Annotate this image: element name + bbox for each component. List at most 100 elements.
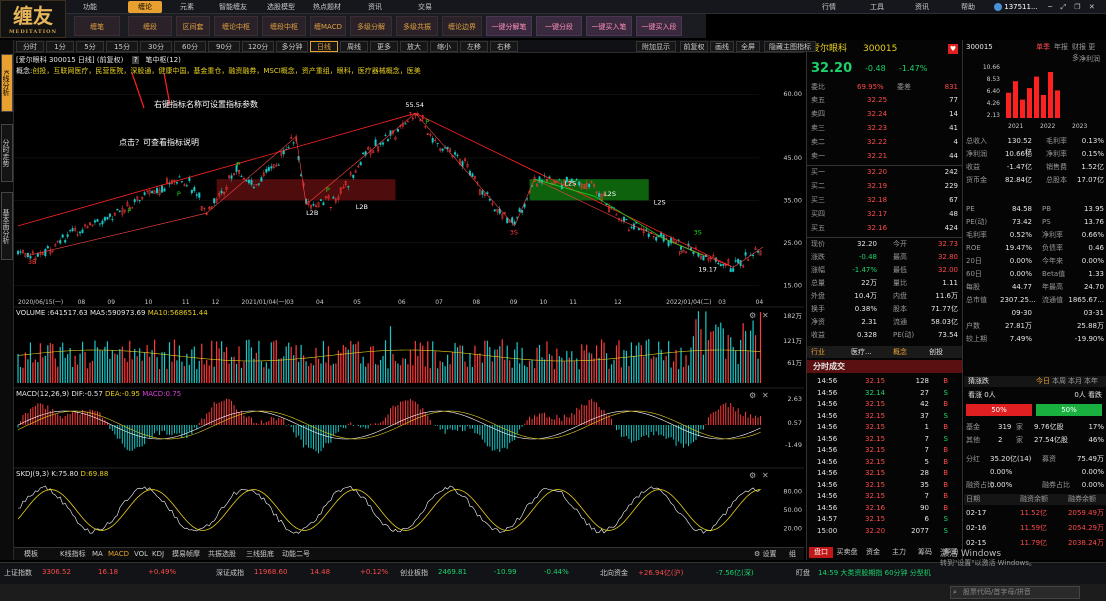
- fullscreen-icon[interactable]: ⤢: [1060, 3, 1066, 11]
- bid-row[interactable]: 买一 32.20 242: [807, 167, 962, 178]
- tab-kline[interactable]: K线分析: [1, 54, 13, 112]
- candle-body: [61, 234, 64, 238]
- indicator-tab-1[interactable]: K线指标: [60, 549, 86, 560]
- indicator-tab-5[interactable]: KDJ: [152, 549, 164, 560]
- toolbar-btn-1[interactable]: 缠段: [128, 16, 172, 36]
- indicator-tab-4[interactable]: VOL: [134, 549, 148, 560]
- indicator-tab-6[interactable]: 摸易帧摩: [172, 549, 200, 560]
- period-7[interactable]: 120分: [242, 41, 274, 52]
- stare-label[interactable]: 盯盘: [796, 568, 810, 578]
- chart-btn-0[interactable]: 附加显示: [636, 41, 676, 52]
- index-name-0[interactable]: 上证指数: [4, 568, 32, 578]
- period-8[interactable]: 多分钟: [276, 41, 308, 52]
- indicator-tab-7[interactable]: 共振选股: [208, 549, 236, 560]
- indicator-tab-9[interactable]: 动能二号: [282, 549, 310, 560]
- volume-bar: [54, 358, 56, 383]
- toolbar-btn-7[interactable]: 多级共振: [396, 16, 438, 36]
- bid-row[interactable]: 买三 32.18 67: [807, 195, 962, 206]
- period-4[interactable]: 30分: [140, 41, 172, 52]
- quote-tab-4[interactable]: 筹码: [913, 547, 937, 558]
- menu-element[interactable]: 元素: [170, 1, 204, 13]
- toolbar-btn-0[interactable]: 缠笔: [74, 16, 120, 36]
- period-1[interactable]: 1分: [46, 41, 74, 52]
- guess-bar[interactable]: 50% 50%: [964, 404, 1106, 416]
- quote-tab-3[interactable]: 主力: [887, 547, 911, 558]
- settings-button[interactable]: ⚙ 设置: [754, 549, 777, 560]
- period-6[interactable]: 90分: [208, 41, 240, 52]
- period-11[interactable]: 更多: [370, 41, 398, 52]
- toolbar-btn-10[interactable]: 一键分段: [536, 16, 582, 36]
- volume-bar: [635, 345, 637, 383]
- period-9[interactable]: 日线: [310, 41, 338, 52]
- ask-row[interactable]: 卖四 32.24 14: [807, 109, 962, 120]
- minimize-icon[interactable]: ─: [1048, 3, 1052, 11]
- index-name-1[interactable]: 深证成指: [216, 568, 244, 578]
- menu-chanlun[interactable]: 缠论: [128, 1, 162, 13]
- ask-row[interactable]: 卖五 32.25 77: [807, 95, 962, 106]
- help-icon[interactable]: ?: [131, 56, 140, 64]
- toolbar-btn-5[interactable]: 缠MACD: [310, 16, 346, 36]
- volume-bar: [258, 340, 260, 383]
- toolbar-btn-9[interactable]: 一键分解笔: [486, 16, 532, 36]
- bid-row[interactable]: 买五 32.16 424: [807, 223, 962, 234]
- menu-quote[interactable]: 行情: [822, 1, 836, 13]
- toolbar-btn-3[interactable]: 缠论中枢: [214, 16, 258, 36]
- menu-trade[interactable]: 交易: [408, 1, 442, 13]
- menu-hot[interactable]: 热点题材: [306, 1, 348, 13]
- chart-btn-4[interactable]: 隐藏主图指标: [764, 41, 816, 52]
- candle-body: [66, 234, 69, 237]
- ask-row[interactable]: 卖三 32.23 41: [807, 123, 962, 134]
- quote-tab-0[interactable]: 盘口: [809, 547, 833, 558]
- favorite-icon[interactable]: ♥: [948, 44, 958, 54]
- indicator-tab-2[interactable]: MA: [92, 549, 103, 560]
- toolbar-btn-11[interactable]: 一键买入笔: [586, 16, 632, 36]
- toolbar-btn-2[interactable]: 区间套: [176, 16, 210, 36]
- kline-chart[interactable]: 3B P P P P L2B L2B 55.54 P 3S L2S L2S L2S 3S P 19.17 60.…: [14, 53, 804, 547]
- group-button[interactable]: 组: [789, 549, 796, 560]
- toolbar-btn-12[interactable]: 一键买入段: [636, 16, 682, 36]
- period-2[interactable]: 5分: [76, 41, 104, 52]
- index-name-2[interactable]: 创业板指: [400, 568, 428, 578]
- menu-news[interactable]: 资讯: [358, 1, 392, 13]
- chart-btn-1[interactable]: 前复权: [680, 41, 708, 52]
- toolbar-btn-4[interactable]: 缠段中枢: [262, 16, 306, 36]
- indicator-tab-8[interactable]: 三线狙底: [246, 549, 274, 560]
- period-15[interactable]: 右移: [490, 41, 518, 52]
- menu-function[interactable]: 功能: [70, 1, 110, 13]
- period-3[interactable]: 15分: [106, 41, 138, 52]
- bid-row[interactable]: 买二 32.19 229: [807, 181, 962, 192]
- period-13[interactable]: 缩小: [430, 41, 458, 52]
- date-tick-19: 04: [756, 299, 764, 306]
- chart-btn-2[interactable]: 画线: [710, 41, 734, 52]
- close-icon[interactable]: ✕: [1089, 3, 1095, 11]
- user-account[interactable]: 137511...: [994, 1, 1038, 13]
- quote-tab-1[interactable]: 买卖盘: [835, 547, 859, 558]
- indicator-name[interactable]: 笔中枢(12): [146, 56, 181, 64]
- chart-btn-3[interactable]: 全屏: [736, 41, 760, 52]
- volume-bar: [173, 339, 176, 383]
- chanlun-toolbar: 缠笔 缠段 区间套 缠论中枢 缠段中枢 缠MACD 多级分解 多级共振 缠论边界 一键分解笔 一键分…: [66, 14, 706, 38]
- bid-row[interactable]: 买四 32.17 48: [807, 209, 962, 220]
- period-10[interactable]: 周线: [340, 41, 368, 52]
- tab-intraday[interactable]: 分时走势: [1, 124, 13, 182]
- menu-tools[interactable]: 工具: [870, 1, 884, 13]
- period-0[interactable]: 分时: [16, 41, 44, 52]
- tab-fundamentals[interactable]: 基本面分析: [1, 192, 13, 260]
- ask-row[interactable]: 卖一 32.21 44: [807, 151, 962, 162]
- indicator-tab-0[interactable]: 模板: [24, 549, 38, 560]
- toolbar-btn-6[interactable]: 多级分解: [350, 16, 392, 36]
- period-5[interactable]: 60分: [174, 41, 206, 52]
- volume-bar: [84, 352, 86, 383]
- period-14[interactable]: 左移: [460, 41, 488, 52]
- menu-smart[interactable]: 智能缠友: [210, 1, 256, 13]
- indicator-tab-3[interactable]: MACD: [108, 549, 129, 560]
- restore-icon[interactable]: ❐: [1074, 3, 1080, 11]
- toolbar-btn-8[interactable]: 缠论边界: [442, 16, 482, 36]
- menu-info[interactable]: 资讯: [915, 1, 929, 13]
- menu-model[interactable]: 选股模型: [260, 1, 302, 13]
- period-12[interactable]: 放大: [400, 41, 428, 52]
- quote-tab-2[interactable]: 资金: [861, 547, 885, 558]
- menu-help[interactable]: 帮助: [961, 1, 975, 13]
- ask-row[interactable]: 卖二 32.22 4: [807, 137, 962, 148]
- stock-search-input[interactable]: ⌕ 股票代码/首字母/拼音: [950, 586, 1080, 599]
